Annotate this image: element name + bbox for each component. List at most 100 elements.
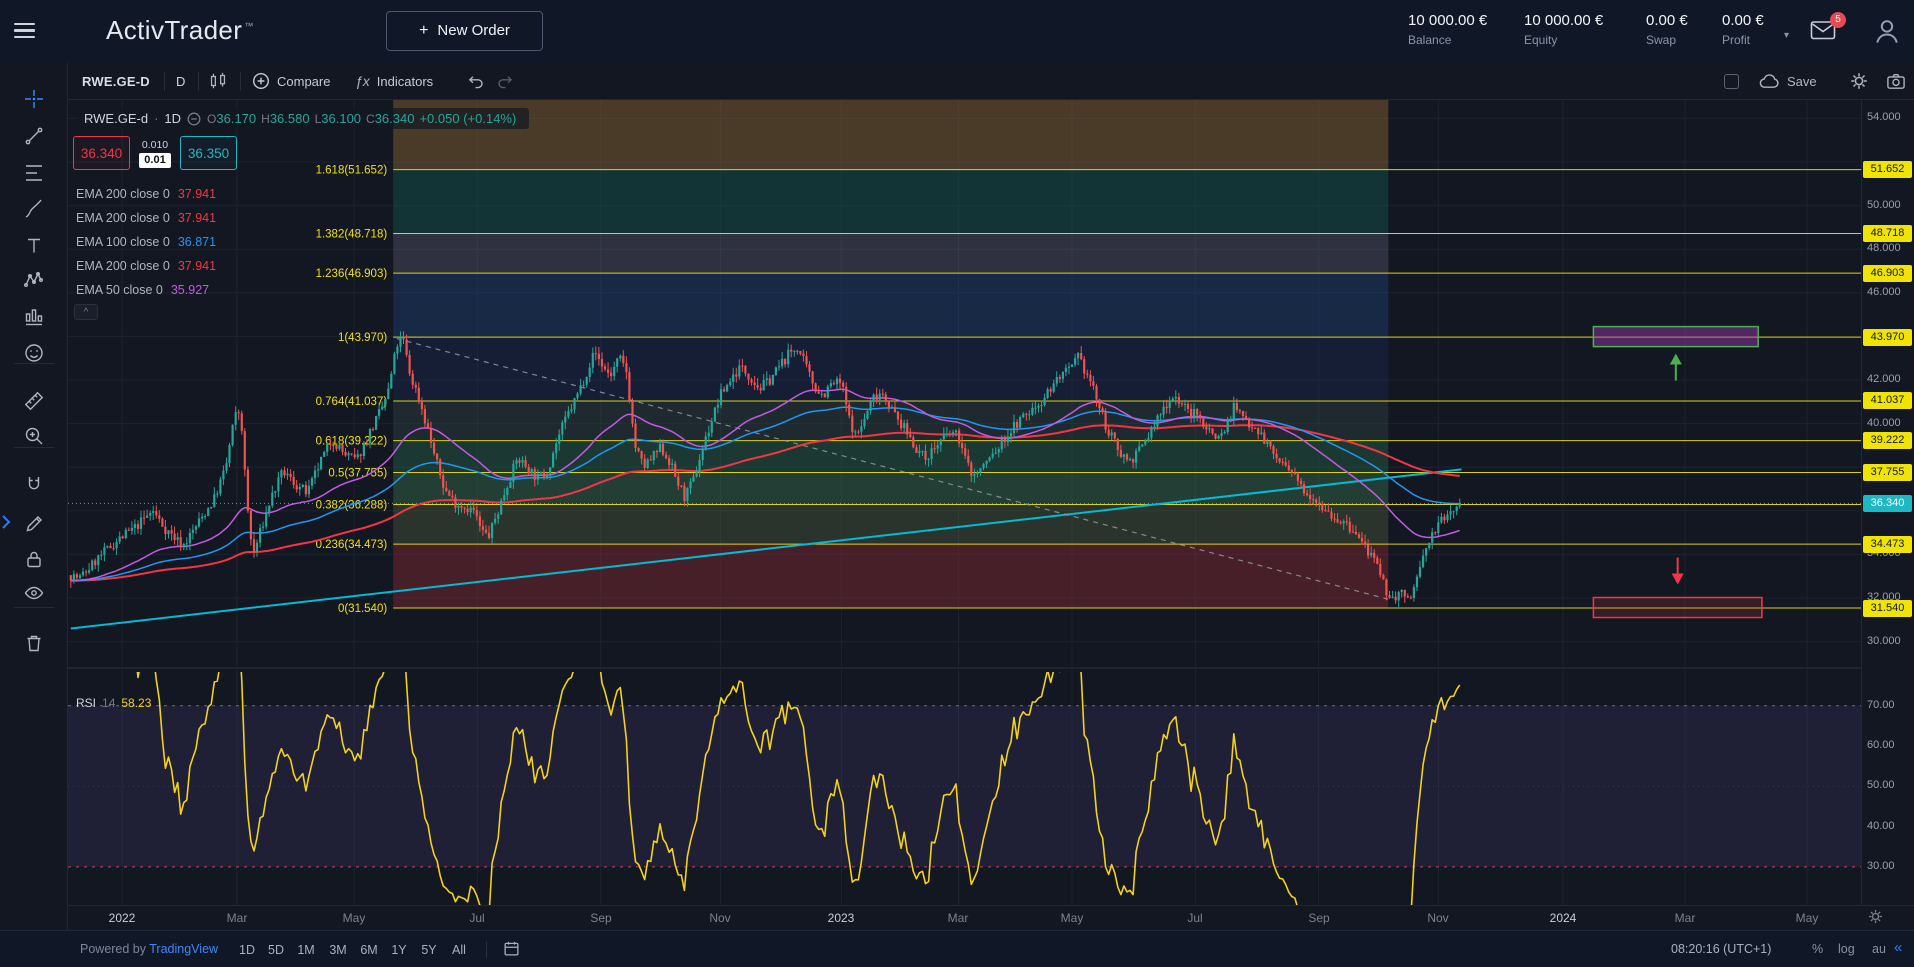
profit-caret-icon[interactable]: ▾ [1784,30,1789,41]
trash-icon[interactable] [20,629,48,657]
fib-price-tag: 51.652 [1863,161,1912,178]
eye-icon[interactable] [20,579,48,607]
stat-value: 0.00 € [1646,12,1688,29]
range-6m-button[interactable]: 6M [355,939,383,961]
indicator-legend-row[interactable]: EMA 200 close 037.941 [76,182,216,206]
time-label: May [1048,911,1096,925]
undo-button[interactable] [466,63,485,99]
user-avatar[interactable] [1872,16,1902,46]
save-button[interactable]: Save [1759,63,1817,99]
panel-expand-icon[interactable] [0,512,14,536]
time-label: 2023 [817,911,865,925]
divider [240,72,241,91]
time-label: Mar [213,911,261,925]
range-1m-button[interactable]: 1M [292,939,320,961]
price-label: 54.000 [1867,111,1901,123]
rsi-legend[interactable]: RSI 14 58.23 [76,696,151,710]
percent-scale-button[interactable]: % [1812,942,1823,956]
legend-collapse-button[interactable]: ^ [74,304,98,320]
timezone-gear-icon[interactable] [1868,909,1883,924]
divider [164,72,165,91]
rsi-scale-label: 40.00 [1867,820,1895,832]
fib-retracement-icon[interactable] [20,159,48,187]
indicator-value: 37.941 [178,187,216,201]
time-label: Jul [1171,911,1219,925]
rsi-scale-label: 30.00 [1867,860,1895,872]
tradingview-link[interactable]: TradingView [149,942,218,956]
brush-icon[interactable] [20,195,48,223]
indicator-value: 37.941 [178,211,216,225]
time-axis[interactable]: 2022MarMayJulSepNov2023MarMayJulSepNov20… [68,905,1914,930]
indicators-legend: EMA 200 close 037.941EMA 200 close 037.9… [76,182,216,302]
crosshair-icon[interactable] [20,85,48,113]
collapse-panel-icon[interactable]: « [1894,939,1902,956]
sell-button[interactable]: 36.340 [73,136,130,170]
collapse-indicator-icon[interactable] [187,112,201,126]
indicators-button[interactable]: ƒx Indicators [355,63,433,99]
xabcd-pattern-icon[interactable] [20,266,48,294]
magnet-icon[interactable] [20,471,48,499]
spread-display: 0.010 0.01 [132,139,178,168]
indicator-legend-row[interactable]: EMA 100 close 036.871 [76,230,216,254]
chart-canvas[interactable]: 1.618(51.652)1.382(48.718)1.236(46.903)1… [68,100,1861,905]
text-icon[interactable] [20,232,48,260]
range-1d-button[interactable]: 1D [233,939,261,961]
redo-button[interactable] [496,63,515,99]
indicator-label: EMA 200 close 0 [76,211,170,225]
fib-price-tag: 39.222 [1863,432,1912,449]
range-3m-button[interactable]: 3M [324,939,352,961]
compare-button[interactable]: Compare [252,63,330,99]
indicator-legend-row[interactable]: EMA 200 close 037.941 [76,254,216,278]
symbol-button[interactable]: RWE.GE-D [82,63,150,99]
account-stat-swap: 0.00 €Swap [1646,12,1688,47]
indicator-legend-row[interactable]: EMA 50 close 035.927 [76,278,216,302]
divider [14,363,54,364]
chart-legend[interactable]: RWE.GE-d · 1D O36.170H36.580L36.100C36.3… [76,108,529,129]
price-chart[interactable]: 1.618(51.652)1.382(48.718)1.236(46.903)1… [68,100,1861,905]
powered-by: Powered by TradingView [80,942,218,956]
svg-text:0(31.540): 0(31.540) [338,603,387,615]
screenshot-camera-icon[interactable] [1886,63,1906,99]
trend-line-icon[interactable] [20,122,48,150]
lock-icon[interactable] [20,545,48,573]
rsi-scale-label: 60.00 [1867,739,1895,751]
ruler-icon[interactable] [20,387,48,415]
indicator-legend-row[interactable]: EMA 200 close 0 37.941 [76,206,216,230]
divider [14,447,54,448]
new-order-button[interactable]: +New Order [386,11,543,51]
notifications-icon[interactable]: 5 [1810,20,1840,44]
settings-gear-icon[interactable] [1850,63,1868,99]
chart-style-button[interactable] [208,63,228,99]
svg-text:1(43.970): 1(43.970) [338,332,387,344]
svg-text:1.236(46.903): 1.236(46.903) [316,268,388,280]
time-label: Nov [696,911,744,925]
forecast-icon[interactable] [20,303,48,331]
time-label: May [330,911,378,925]
svg-text:0.5(37.755): 0.5(37.755) [328,468,387,480]
price-label: 42.000 [1867,373,1901,385]
indicator-label: EMA 100 close 0 [76,235,170,249]
menu-icon[interactable] [14,19,40,43]
autosave-checkbox[interactable] [1724,74,1739,89]
rsi-scale-label: 70.00 [1867,699,1895,711]
zoom-icon[interactable] [20,422,48,450]
divider [486,942,487,958]
range-all-button[interactable]: All [445,939,473,961]
log-scale-button[interactable]: log [1838,942,1855,956]
legend-symbol[interactable]: RWE.GE-d [84,111,148,126]
clock[interactable]: 08:20:16 (UTC+1) [1671,942,1771,956]
go-to-date-icon[interactable] [503,940,520,957]
fib-price-tag: 34.473 [1863,536,1912,553]
range-5d-button[interactable]: 5D [262,939,290,961]
price-axis[interactable]: 54.00050.00048.00046.00042.00040.00034.0… [1861,100,1914,905]
interval-button[interactable]: D [176,63,185,99]
range-1y-button[interactable]: 1Y [385,939,413,961]
app-logo: ActivTrader™ [106,15,254,46]
buy-button[interactable]: 36.350 [180,136,237,170]
auto-scale-button[interactable]: au [1872,942,1892,956]
fib-price-tag: 48.718 [1863,225,1912,242]
range-5y-button[interactable]: 5Y [415,939,443,961]
divider [14,607,54,608]
draw-icon[interactable] [20,508,48,536]
legend-interval[interactable]: 1D [164,111,181,126]
